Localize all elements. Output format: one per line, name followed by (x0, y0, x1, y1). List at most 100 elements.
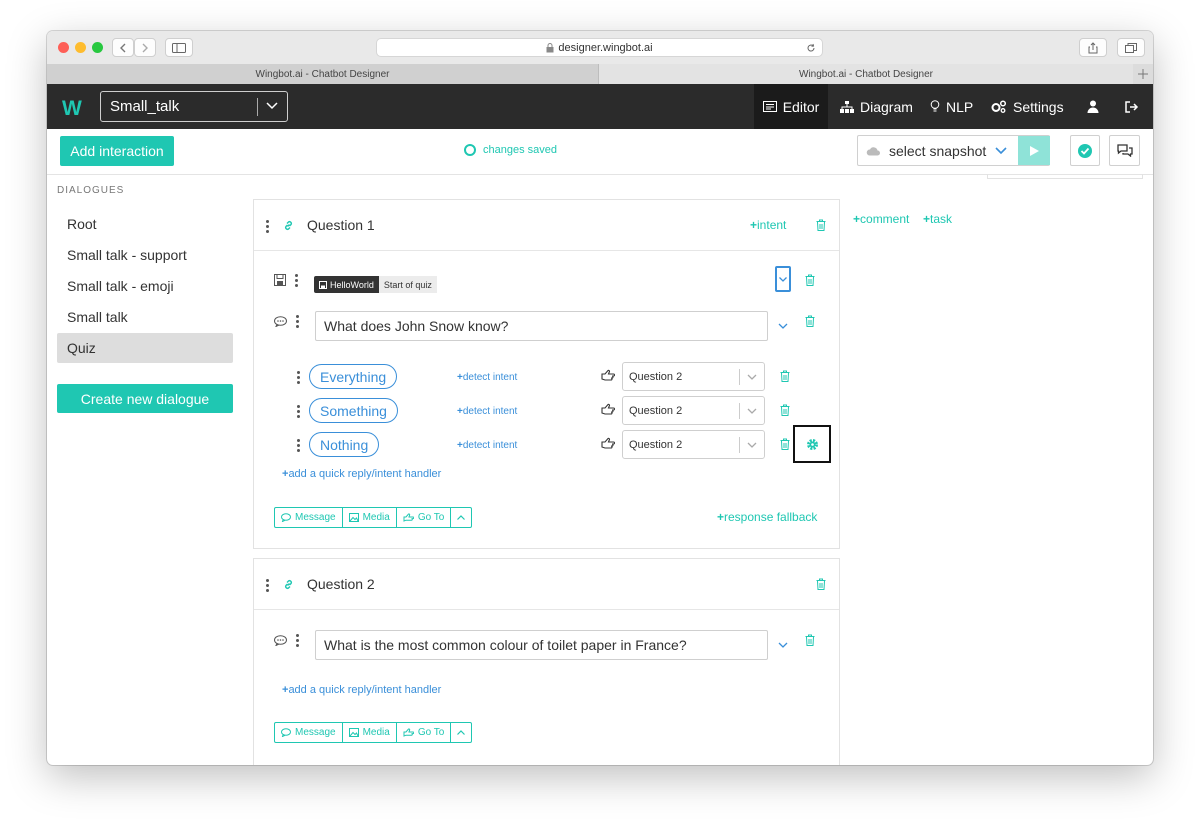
add-message-button[interactable]: Message (275, 508, 343, 527)
link-icon[interactable] (283, 220, 294, 231)
more-options-button[interactable] (451, 723, 471, 742)
chat-icon (1116, 144, 1133, 157)
chevron-down-icon[interactable] (778, 642, 788, 648)
sidebar-item-small-talk-support[interactable]: Small talk - support (57, 240, 233, 270)
goto-select-value: Question 2 (629, 439, 683, 451)
detect-intent-link[interactable]: +detect intent (457, 406, 517, 417)
trash-icon[interactable] (780, 438, 790, 450)
add-media-button[interactable]: Media (343, 723, 397, 742)
interaction-header: Question 1 +intent (254, 200, 839, 251)
save-icon[interactable] (274, 274, 286, 286)
new-tab-button[interactable] (1133, 64, 1153, 84)
drag-handle-icon[interactable] (266, 220, 270, 235)
trash-icon[interactable] (805, 634, 815, 646)
chevron-down-icon (266, 102, 278, 110)
interaction-title[interactable]: Question 1 (307, 217, 375, 233)
add-goto-button[interactable]: Go To (397, 508, 452, 527)
logout-button[interactable] (1125, 84, 1139, 129)
chevron-down-icon[interactable] (778, 323, 788, 329)
sidebar-toggle-button[interactable] (165, 38, 193, 57)
add-quick-reply-link[interactable]: +add a quick reply/intent handler (282, 684, 441, 696)
tabs-overview-button[interactable] (1117, 38, 1145, 57)
quick-reply-everything[interactable]: Everything (309, 364, 398, 389)
forward-button[interactable] (134, 38, 156, 57)
chat-test-button[interactable] (1109, 135, 1140, 166)
nav-diagram[interactable]: Diagram (840, 84, 913, 129)
wingbot-logo[interactable]: W (62, 97, 82, 121)
goto-select-2[interactable]: Question 2 (622, 396, 765, 425)
chevron-up-icon (457, 730, 466, 735)
sidebar-item-small-talk-emoji[interactable]: Small talk - emoji (57, 271, 233, 301)
link-icon[interactable] (283, 579, 294, 590)
add-goto-label: Go To (417, 727, 445, 738)
add-interaction-button[interactable]: Add interaction (60, 136, 174, 166)
add-media-label: Media (362, 727, 390, 738)
goto-select-value: Question 2 (629, 371, 683, 383)
drag-handle-icon[interactable] (295, 274, 299, 289)
add-intent-link[interactable]: +intent (750, 218, 786, 232)
interaction-header: Question 2 (254, 559, 839, 610)
message-text-field[interactable]: What does John Snow know? (315, 311, 768, 341)
quick-reply-something[interactable]: Something (309, 398, 398, 423)
add-comment-link[interactable]: +comment (853, 212, 909, 226)
detect-intent-link[interactable]: +detect intent (457, 440, 517, 451)
sidebar-item-quiz[interactable]: Quiz (57, 333, 233, 363)
trash-icon[interactable] (816, 578, 826, 590)
panel-tab-edge (987, 174, 1143, 179)
drag-handle-icon[interactable] (296, 315, 300, 330)
drag-handle-icon[interactable] (297, 405, 301, 420)
add-quick-reply-link[interactable]: +add a quick reply/intent handler (282, 468, 441, 480)
reply-settings-button[interactable] (793, 425, 831, 463)
response-tag[interactable]: HelloWorld Start of quiz (314, 276, 437, 293)
goto-select-1[interactable]: Question 2 (622, 362, 765, 391)
user-profile-button[interactable] (1087, 84, 1099, 129)
more-options-button[interactable] (451, 508, 471, 527)
share-button[interactable] (1079, 38, 1107, 57)
drag-handle-icon[interactable] (296, 634, 300, 649)
quick-reply-nothing[interactable]: Nothing (309, 432, 380, 457)
add-response-fallback-link[interactable]: +response fallback (717, 510, 817, 524)
trash-icon[interactable] (816, 219, 826, 231)
collapse-toggle-button[interactable] (775, 266, 791, 292)
nav-nlp[interactable]: NLP (930, 84, 973, 129)
detect-intent-link[interactable]: +detect intent (457, 372, 517, 383)
trash-icon[interactable] (780, 370, 790, 382)
drag-handle-icon[interactable] (297, 371, 301, 386)
trash-icon[interactable] (805, 315, 815, 327)
trash-icon[interactable] (805, 274, 815, 286)
drag-handle-icon[interactable] (266, 579, 270, 594)
create-new-dialogue-button[interactable]: Create new dialogue (57, 384, 233, 413)
add-task-link[interactable]: +task (923, 212, 952, 226)
hand-pointer-icon (601, 403, 615, 415)
goto-select-3[interactable]: Question 2 (622, 430, 765, 459)
message-text-field[interactable]: What is the most common colour of toilet… (315, 630, 768, 660)
back-button[interactable] (112, 38, 134, 57)
add-message-button[interactable]: Message (275, 723, 343, 742)
minimize-window-button[interactable] (75, 42, 86, 53)
nav-editor[interactable]: Editor (754, 84, 828, 129)
snapshot-select[interactable]: select snapshot (857, 135, 1050, 166)
sidebar-item-small-talk[interactable]: Small talk (57, 302, 233, 332)
speech-bubble-icon (281, 513, 291, 522)
deploy-snapshot-button[interactable] (1018, 136, 1050, 165)
interaction-title[interactable]: Question 2 (307, 576, 375, 592)
add-goto-button[interactable]: Go To (397, 723, 452, 742)
reload-icon[interactable] (806, 43, 816, 53)
hand-pointer-icon (403, 513, 414, 522)
close-window-button[interactable] (58, 42, 69, 53)
add-media-button[interactable]: Media (343, 508, 397, 527)
validate-button[interactable] (1070, 135, 1100, 166)
address-bar[interactable]: designer.wingbot.ai (376, 38, 823, 57)
drag-handle-icon[interactable] (297, 439, 301, 454)
trash-icon[interactable] (780, 404, 790, 416)
sidebar-item-root[interactable]: Root (57, 209, 233, 239)
add-intent-label: intent (757, 218, 787, 232)
browser-tab-1[interactable]: Wingbot.ai - Chatbot Designer (47, 64, 599, 84)
nav-settings[interactable]: Settings (991, 84, 1064, 129)
chevron-down-icon (779, 276, 787, 282)
plus-icon: + (853, 212, 861, 226)
save-status: changes saved (464, 144, 557, 156)
bot-selector[interactable]: Small_talk (100, 91, 288, 122)
browser-tab-2[interactable]: Wingbot.ai - Chatbot Designer (599, 64, 1133, 84)
maximize-window-button[interactable] (92, 42, 103, 53)
